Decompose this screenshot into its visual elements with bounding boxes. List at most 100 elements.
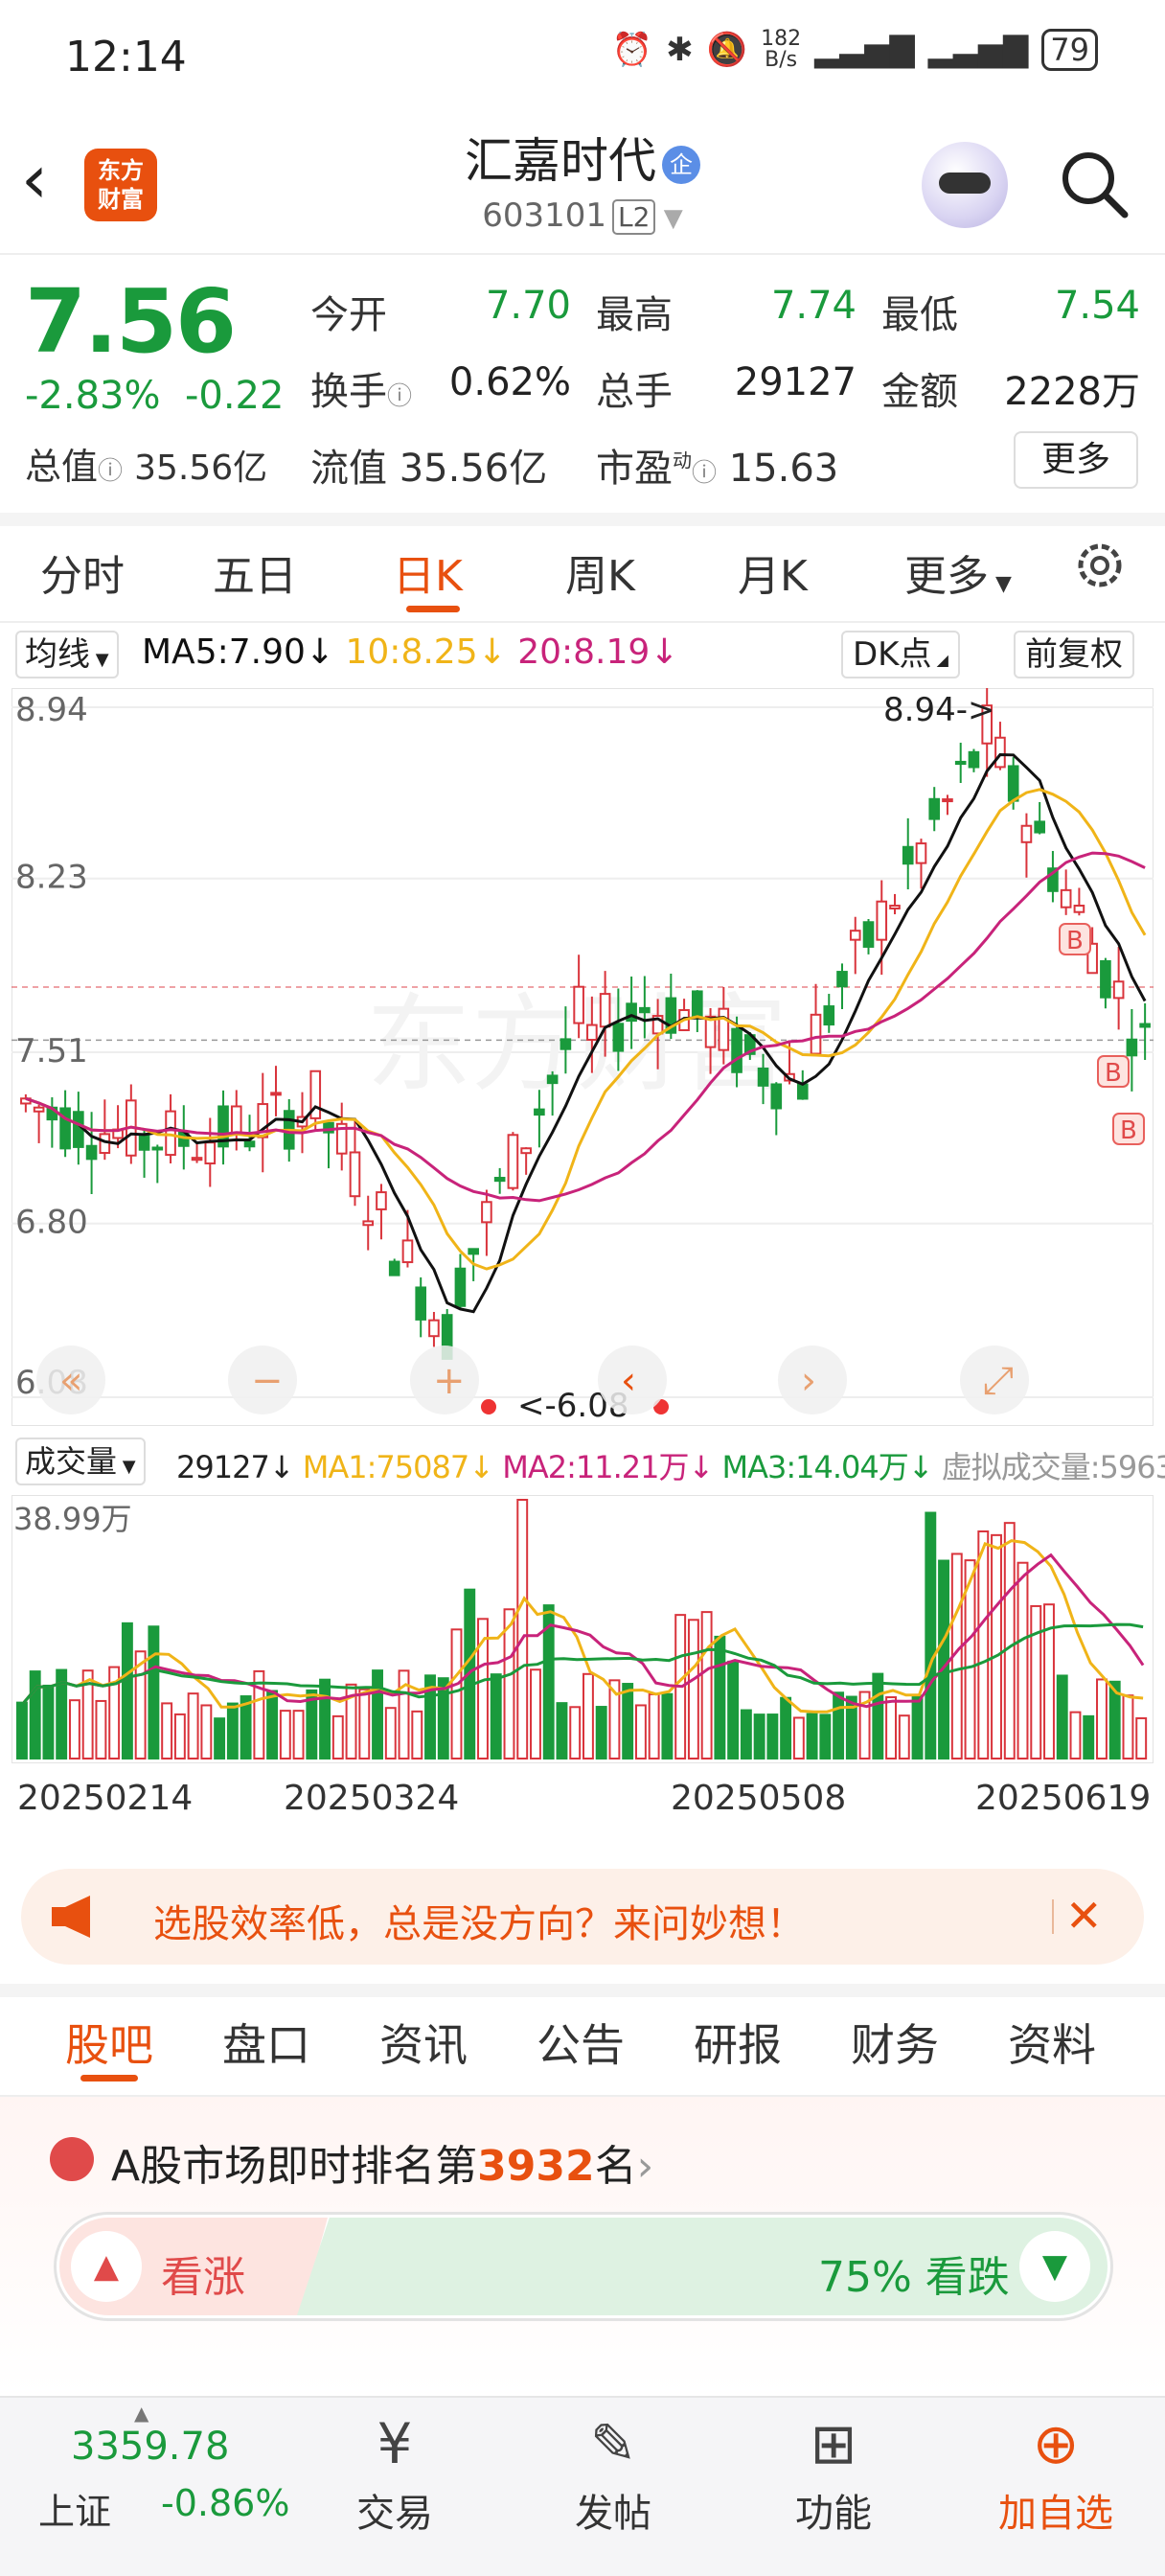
candle-body [362, 1220, 375, 1227]
candle-body [376, 1191, 387, 1210]
candle-body [692, 990, 703, 1020]
candle-body [915, 842, 927, 864]
candle-body [954, 760, 967, 766]
level-badge: L2 [612, 199, 656, 235]
candle-body [546, 1074, 559, 1085]
tab-more[interactable]: 更多 ▼ [904, 541, 1012, 603]
info-icon[interactable]: ⓘ [692, 459, 717, 488]
volume-bar [938, 1559, 949, 1760]
stock-code: 603101 [482, 196, 607, 235]
info-icon[interactable]: ⓘ [387, 382, 412, 411]
tab-announcement[interactable]: 公告 [537, 2011, 625, 2074]
bluetooth-icon: ✱ [666, 31, 694, 69]
volume-bar [792, 1716, 805, 1760]
settings-gear-icon[interactable] [1071, 537, 1129, 594]
high-label: 最高 [596, 293, 673, 337]
nav-label: 发帖 [575, 2492, 651, 2536]
nav-label: 加自选 [998, 2492, 1113, 2536]
volume-bar [266, 1690, 279, 1760]
tab-profile[interactable]: 资料 [1008, 2011, 1096, 2074]
close-icon[interactable]: ✕ [1065, 1890, 1103, 1942]
volume-bar [331, 1714, 344, 1760]
nav-post[interactable]: ✎ 发帖 [537, 2405, 690, 2538]
volume-bar [1017, 1561, 1029, 1760]
tab-news[interactable]: 资讯 [379, 2011, 468, 2074]
volume-bar [740, 1709, 752, 1760]
tab-active-indicator [406, 606, 460, 612]
tab-intraday[interactable]: 分时 [40, 541, 125, 603]
date-axis: 20250214 20250324 20250508 20250619 [0, 1779, 1165, 1827]
tab-weekly-k[interactable]: 周K [565, 541, 635, 603]
candle-body [1007, 765, 1019, 802]
rank-number: 3932 [477, 2142, 595, 2191]
index-name[interactable]: 上证 [38, 2482, 111, 2535]
mktcap-label: 总值ⓘ 35.56亿 [25, 446, 268, 488]
float-value: 35.56亿 [399, 447, 548, 491]
index-value[interactable]: 3359.78 [71, 2425, 229, 2469]
candle-body [639, 1006, 651, 1014]
adjust-button[interactable]: 前复权 [1014, 631, 1134, 678]
volume-bar [753, 1714, 765, 1760]
volume-bar [279, 1710, 291, 1760]
volume-bar [925, 1511, 937, 1760]
candle-body [823, 1005, 835, 1026]
amount-label: 金额 [881, 370, 958, 414]
candle-body [243, 1140, 256, 1148]
amount-value: 2228万 [1004, 370, 1140, 414]
tab-monthly-k[interactable]: 月K [738, 541, 808, 603]
volume-bar [1030, 1604, 1042, 1760]
next-icon-glyph: › [801, 1359, 816, 1403]
tab-research[interactable]: 研报 [694, 2011, 782, 2074]
pan-left-icon-glyph: « [59, 1359, 82, 1403]
banner-text[interactable]: 选股效率低，总是没方向？来问妙想！ [153, 1893, 805, 1948]
battery-icon: 79 [1041, 29, 1098, 71]
divider [0, 621, 1165, 623]
candle-body [388, 1260, 400, 1276]
tab-daily-k[interactable]: 日K [393, 541, 463, 603]
candle-body [468, 1248, 479, 1255]
volume-bar [214, 1717, 226, 1760]
candle-body [796, 1083, 809, 1100]
volume-bar [95, 1699, 107, 1760]
alarm-icon: ⏰ [611, 31, 653, 69]
search-icon[interactable] [1056, 146, 1132, 222]
vol-ma3: MA3:14.04万↓ [721, 1449, 933, 1485]
nav-trade[interactable]: ¥ 交易 [318, 2405, 471, 2538]
kline-chart[interactable]: 东方财富8.948.237.516.806.088.94-><-6.08BBB«… [11, 688, 1154, 1426]
edit-icon: ✎ [589, 2411, 637, 2476]
divider [0, 1984, 1165, 1997]
volume-chart[interactable]: 38.99万 [11, 1495, 1154, 1763]
dk-point-button[interactable]: DK点 ◢ [841, 631, 960, 678]
more-button[interactable]: 更多 [1014, 431, 1138, 489]
vote-down-button[interactable]: ▼ [1019, 2231, 1090, 2302]
index-change[interactable]: -0.86% [161, 2482, 289, 2524]
buy-marker-label: B [1120, 1116, 1137, 1145]
megaphone-icon [52, 1896, 90, 1938]
volume-ma-values: 29127↓ MA1:75087↓ MA2:11.21万↓ MA3:14.04万… [176, 1443, 1165, 1487]
candle-body [520, 1147, 532, 1155]
tab-five-day[interactable]: 五日 [213, 541, 297, 603]
add-circle-icon: ⊕ [1032, 2411, 1080, 2476]
candle-body [191, 1157, 203, 1162]
turnover-label: 换手ⓘ [310, 370, 413, 414]
expand-up-icon[interactable]: ▲ [134, 2402, 148, 2425]
market-rank[interactable]: A股市场即时排名第3932名› [111, 2131, 653, 2193]
nav-label: 功能 [795, 2492, 872, 2536]
nav-functions[interactable]: ⊞ 功能 [757, 2405, 910, 2538]
candle-body [928, 797, 941, 820]
candle-body [428, 1319, 440, 1338]
volume-indicator-select[interactable]: 成交量 ▼ [15, 1438, 146, 1485]
tab-finance[interactable]: 财务 [851, 2011, 939, 2074]
tab-pankou[interactable]: 盘口 [222, 2011, 310, 2074]
tab-guba[interactable]: 股吧 [65, 2011, 153, 2074]
volume-bar [29, 1670, 41, 1760]
info-icon[interactable]: ⓘ [98, 457, 123, 486]
vote-up-button[interactable]: ▲ [71, 2231, 142, 2302]
volume-bar [16, 1701, 28, 1760]
candle-body [704, 1015, 717, 1048]
float-label: 流值 [310, 447, 387, 491]
volume-bar [714, 1635, 726, 1760]
indicator-select[interactable]: 均线 ▼ [15, 631, 119, 678]
tab-active-indicator [80, 2075, 138, 2082]
nav-add-watchlist[interactable]: ⊕ 加自选 [979, 2405, 1132, 2538]
